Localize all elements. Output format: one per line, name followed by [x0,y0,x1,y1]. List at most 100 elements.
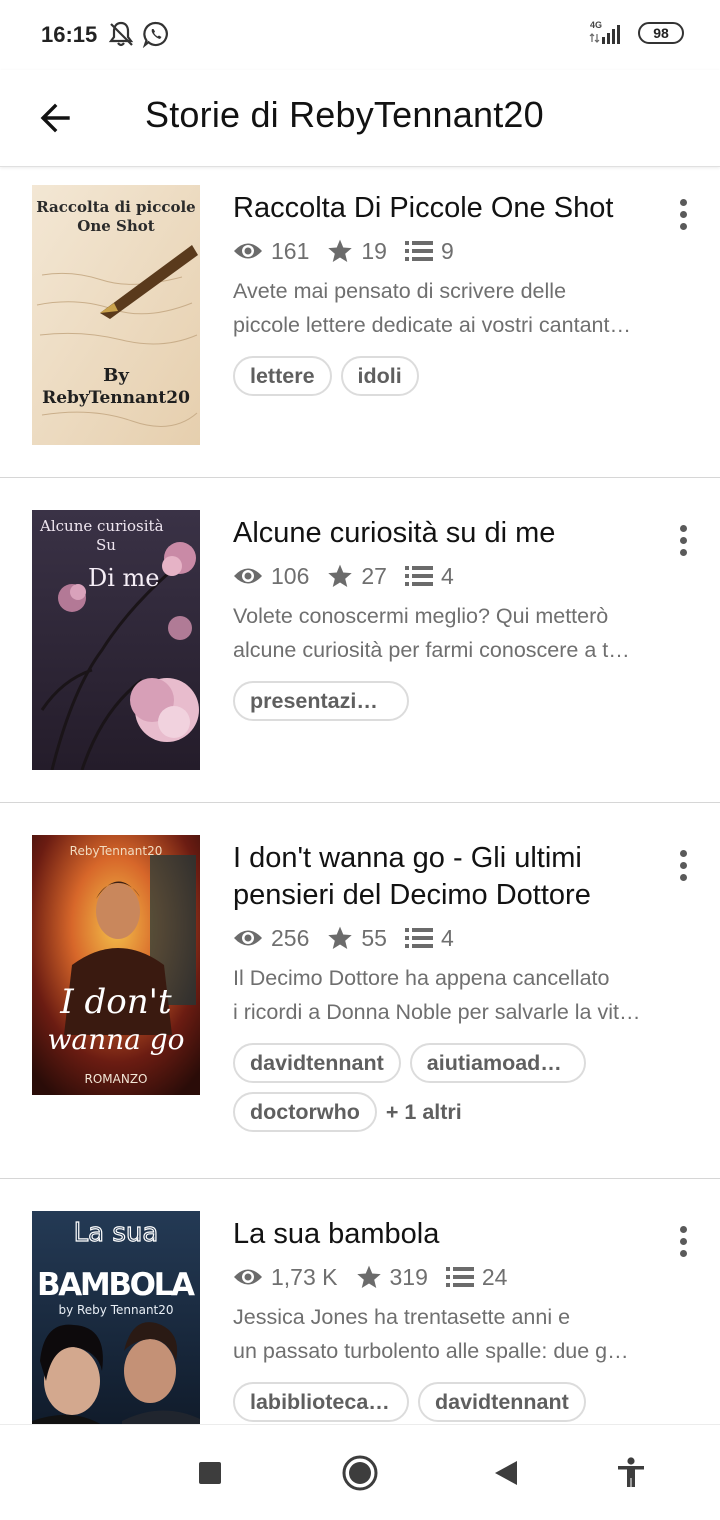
description-line: Il Decimo Dottore ha appena cancellato [233,966,610,990]
story-body: Alcune curiosità su di me 106 27 4 Volet… [233,515,683,730]
list-icon [404,241,433,261]
star-icon [356,1265,381,1289]
reads-count: 161 [271,237,310,264]
parts-count: 9 [440,237,454,264]
recents-button[interactable] [188,1451,232,1495]
story-tags: presentazi… [233,681,683,730]
cover-author: by Reby Tennant20 [58,1303,173,1317]
cover-title: Raccolta di piccole [36,198,195,216]
tag-chip[interactable]: davidtennant [418,1382,586,1422]
system-nav-bar [0,1424,720,1520]
cover-author: RebyTennant20 [70,844,163,858]
home-button[interactable] [338,1451,382,1495]
reads-stat: 106 [233,563,309,590]
more-options-icon[interactable] [668,843,698,887]
votes-stat: 19 [327,238,387,265]
description-line: i ricordi a Donna Noble per salvarle la … [233,1000,641,1024]
description-line: un passato turbolento alle spalle: due g… [233,1339,629,1363]
story-title[interactable]: La sua bambola [233,1216,683,1253]
story-title[interactable]: I don't wanna go - Gli ultimi pensieri d… [233,840,683,914]
eye-icon [234,243,262,259]
parts-stat: 9 [404,237,454,265]
story-tags: labiblioteca… davidtennant [233,1382,683,1424]
cover-title: I don't [59,982,172,1022]
parts-stat: 4 [404,562,454,590]
system-back-button[interactable] [484,1451,528,1495]
story-tags: davidtennant aiutiamoad… doctorwho + 1 a… [233,1043,683,1141]
list-icon [404,566,433,586]
reads-count: 1,73 K [271,1263,338,1290]
tag-chip[interactable]: aiutiamoad… [409,1043,586,1083]
eye-icon [234,1269,262,1285]
description-line: alcune curiosità per farmi conoscere a t… [233,638,630,662]
tag-chip[interactable]: lettere [233,356,332,396]
description-line: piccole lettere dedicate ai vostri canta… [233,313,631,337]
list-icon [445,1267,474,1287]
cover-title-2: wanna go [47,1023,184,1056]
tag-chip[interactable]: presentazi… [233,681,409,721]
story-description: Volete conoscermi meglio? Qui metterò al… [233,599,683,667]
more-options-icon[interactable] [668,518,698,562]
more-tags-link[interactable]: + 1 altri [386,1092,462,1132]
story-tags: lettere idoli [233,356,683,405]
arrow-left-icon [40,103,70,133]
story-item[interactable]: La sua BAMBOLA by Reby Tennant20 La sua … [0,1179,720,1424]
more-options-icon[interactable] [668,1219,698,1263]
back-triangle-icon [495,1461,517,1485]
accessibility-icon [618,1457,644,1487]
parts-count: 4 [440,924,454,951]
status-time: 16:15 [41,22,98,47]
story-cover[interactable]: RebyTennant20 I don't wanna go ROMANZO [32,835,200,1095]
story-body: Raccolta Di Piccole One Shot 161 19 9 Av… [233,190,683,405]
story-item[interactable]: RebyTennant20 I don't wanna go ROMANZO I… [0,803,720,1179]
accessibility-button[interactable] [609,1451,653,1495]
story-stats: 161 19 9 [233,233,683,269]
cover-title-2: BAMBOLA [37,1267,195,1303]
story-cover[interactable]: Raccolta di piccole One Shot By RebyTenn… [32,185,200,445]
cover-subtitle: Su [96,536,116,554]
recents-square-icon [199,1462,221,1484]
cover-title: Alcune curiosità [39,517,164,535]
story-list[interactable]: Raccolta di piccole One Shot By RebyTenn… [0,168,720,1424]
story-title[interactable]: Raccolta Di Piccole One Shot [233,190,683,227]
reads-stat: 256 [233,925,309,952]
status-bar: 16:15 4G 98 [0,0,720,70]
story-description: Il Decimo Dottore ha appena cancellato i… [233,961,683,1029]
story-description: Jessica Jones ha trentasette anni e un p… [233,1300,683,1368]
votes-stat: 319 [356,1264,428,1291]
reads-count: 106 [271,562,310,589]
whatsapp-icon [142,20,170,53]
description-line: Avete mai pensato di scrivere delle [233,279,567,303]
story-item[interactable]: Alcune curiosità Su Di me Alcune curiosi… [0,478,720,803]
tag-chip[interactable]: doctorwho [233,1092,377,1132]
tag-chip[interactable]: idoli [340,356,419,396]
story-description: Avete mai pensato di scrivere delle picc… [233,274,683,342]
tag-chip[interactable]: davidtennant [233,1043,401,1083]
battery-indicator: 98 [638,22,684,44]
status-right: 4G 98 [588,20,684,46]
story-body: I don't wanna go - Gli ultimi pensieri d… [233,840,683,1141]
story-item[interactable]: Raccolta di piccole One Shot By RebyTenn… [0,168,720,478]
votes-stat: 27 [327,563,387,590]
cover-author: RebyTennant20 [42,388,190,408]
story-body: La sua bambola 1,73 K 319 24 Jessica Jon… [233,1216,683,1424]
reads-stat: 161 [233,238,309,265]
story-cover[interactable]: La sua BAMBOLA by Reby Tennant20 [32,1211,200,1424]
story-title[interactable]: Alcune curiosità su di me [233,515,683,552]
back-button[interactable] [28,90,84,146]
more-options-icon[interactable] [668,192,698,236]
parts-stat: 24 [445,1263,508,1291]
reads-stat: 1,73 K [233,1264,338,1291]
story-stats: 1,73 K 319 24 [233,1259,683,1295]
story-cover[interactable]: Alcune curiosità Su Di me [32,510,200,770]
cover-genre: ROMANZO [85,1072,148,1086]
parts-count: 4 [440,562,454,589]
votes-count: 19 [361,237,387,264]
reads-count: 256 [271,924,310,951]
parts-count: 24 [481,1263,508,1290]
bell-off-icon [108,20,134,53]
signal-icon: 4G [588,20,628,46]
tag-chip[interactable]: labiblioteca… [233,1382,409,1422]
home-circle-icon [342,1455,378,1491]
description-line: Jessica Jones ha trentasette anni e [233,1305,571,1329]
